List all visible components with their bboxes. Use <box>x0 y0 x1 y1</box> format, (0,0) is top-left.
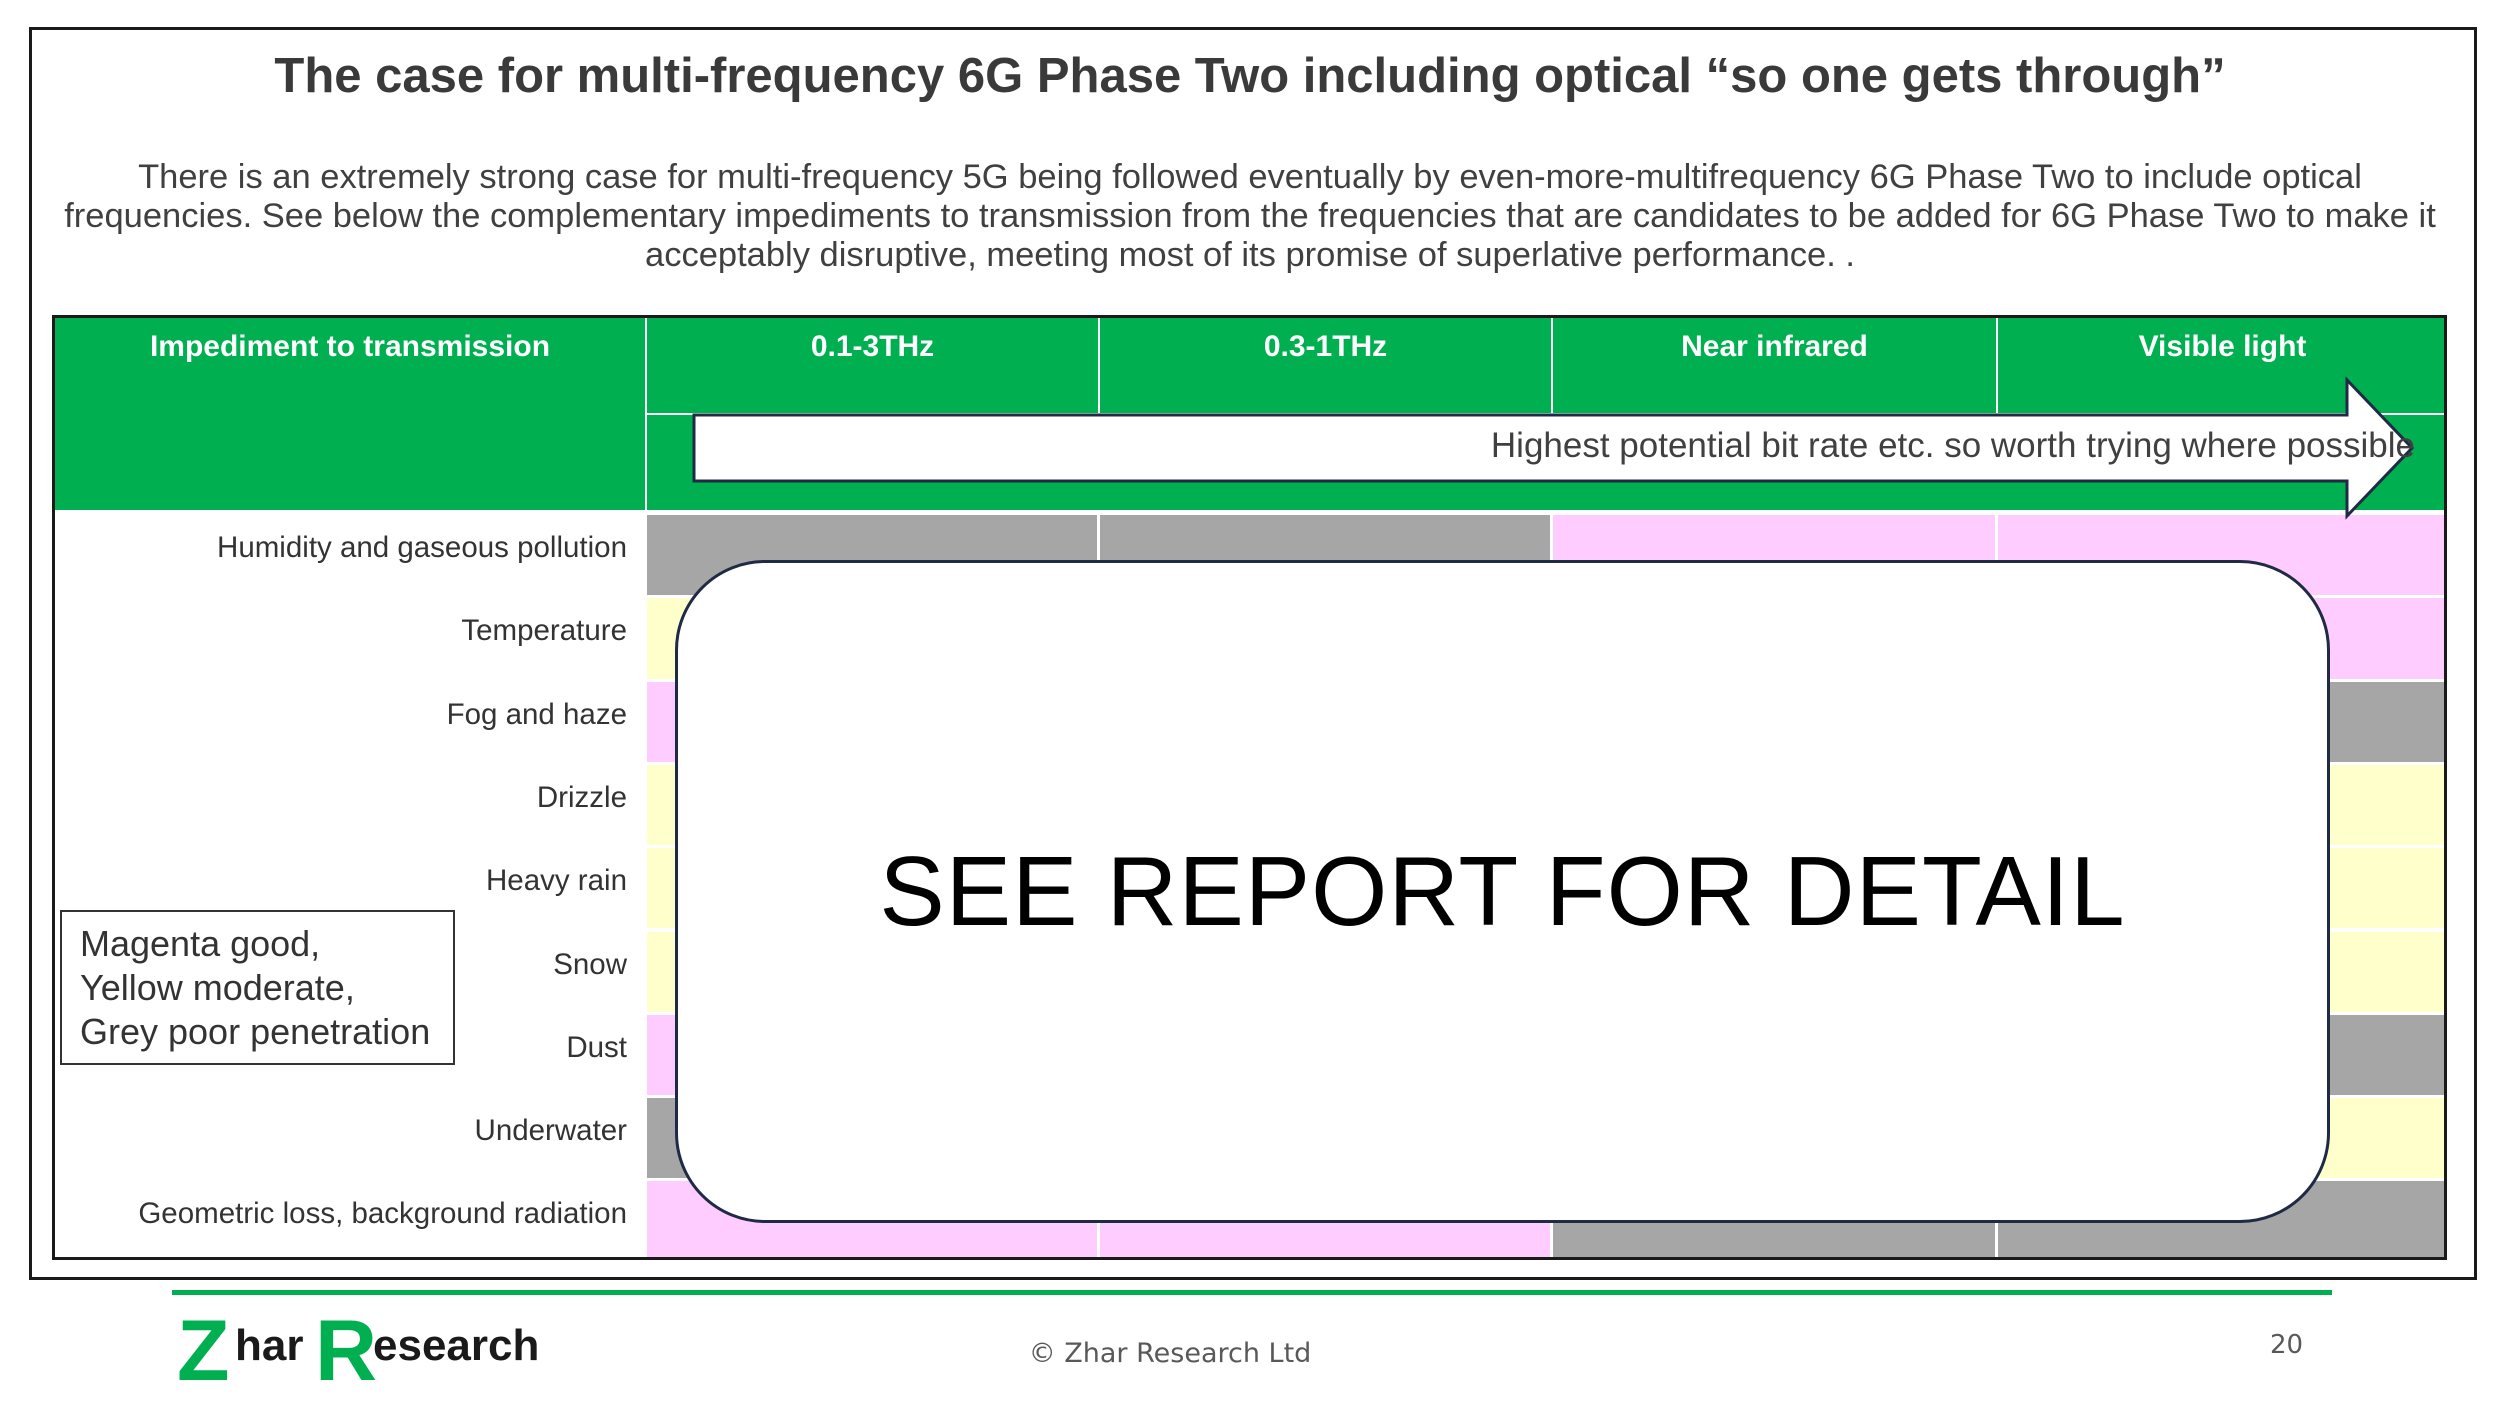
logo-letter-r: R <box>315 1308 377 1388</box>
color-legend: Magenta good, Yellow moderate, Grey poor… <box>60 910 455 1065</box>
page-number: 20 <box>2270 1330 2304 1360</box>
zhar-research-logo: Z har R esearch <box>177 1308 539 1388</box>
row-label: Fog and haze <box>446 697 627 731</box>
row-label: Heavy rain <box>485 864 627 898</box>
bit-rate-arrow-icon <box>692 376 2415 520</box>
row-label: Drizzle <box>536 780 627 814</box>
legend-poor: Grey poor penetration <box>80 1011 431 1052</box>
legend-moderate: Yellow moderate, <box>80 967 355 1008</box>
logo-letter-z: Z <box>177 1308 230 1388</box>
row-label: Geometric loss, background radiation <box>138 1197 627 1231</box>
copyright: © Zhar Research Ltd <box>1028 1338 1312 1369</box>
slide-title: The case for multi-frequency 6G Phase Tw… <box>274 49 2226 103</box>
logo-esearch: esearch <box>373 1321 539 1370</box>
row-label: Humidity and gaseous pollution <box>217 531 627 564</box>
footer-divider <box>172 1290 2332 1295</box>
see-report-text: SEE REPORT FOR DETAIL <box>879 836 2126 946</box>
see-report-overlay: SEE REPORT FOR DETAIL <box>675 560 2330 1223</box>
logo-har: har <box>235 1321 303 1370</box>
row-label: Temperature <box>461 614 627 648</box>
row-label: Underwater <box>474 1114 627 1148</box>
legend-good: Magenta good, <box>80 923 321 964</box>
arrow-label: Highest potential bit rate etc. so worth… <box>1490 426 2415 465</box>
intro-paragraph: There is an extremely strong case for mu… <box>64 158 2436 274</box>
